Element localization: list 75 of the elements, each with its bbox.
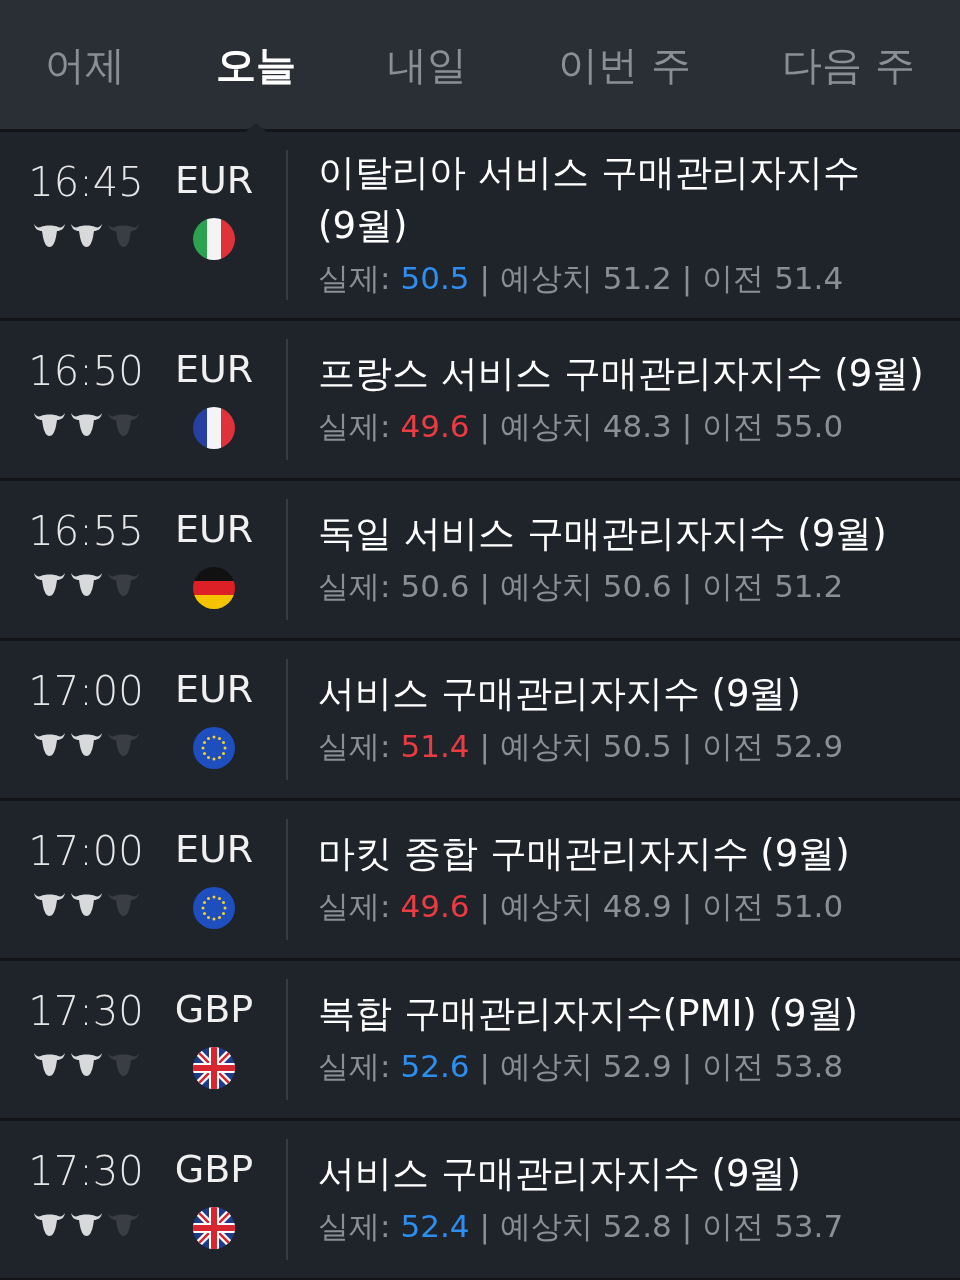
tab[interactable]: 이번 주 bbox=[558, 0, 691, 130]
event-time: 17:30 bbox=[28, 1149, 144, 1193]
separator: | bbox=[681, 1047, 693, 1087]
tab[interactable]: 다음 주 bbox=[781, 0, 915, 130]
separator: | bbox=[681, 407, 693, 447]
event-time: 17:00 bbox=[28, 669, 144, 713]
forecast-value: 예상치 52.8 bbox=[499, 1207, 672, 1246]
previous-value: 이전 55.0 bbox=[702, 407, 844, 446]
actual-label: 실제: bbox=[318, 887, 391, 926]
tab[interactable]: 어제 bbox=[45, 0, 126, 130]
tab[interactable]: 내일 bbox=[387, 0, 468, 130]
event-time: 16:45 bbox=[28, 160, 144, 204]
forecast-value: 예상치 48.3 bbox=[499, 407, 672, 446]
forecast-value: 예상치 48.9 bbox=[499, 887, 672, 926]
flag-icon bbox=[193, 1207, 235, 1249]
event-time: 16:50 bbox=[28, 349, 144, 393]
currency-code: EUR bbox=[174, 347, 254, 391]
currency-code: GBP bbox=[174, 1147, 254, 1191]
event-title: 독일 서비스 구매관리자지수 (9월) bbox=[318, 511, 888, 557]
separator: | bbox=[681, 887, 693, 927]
flag-icon bbox=[193, 407, 235, 449]
event-time: 17:30 bbox=[28, 989, 144, 1033]
currency-code: EUR bbox=[174, 158, 254, 202]
flag-icon bbox=[193, 727, 235, 769]
event-title: 서비스 구매관리자지수 (9월) bbox=[318, 1151, 802, 1197]
event-title: 이탈리아 서비스 구매관리자지수 (9월) bbox=[318, 150, 861, 249]
separator: | bbox=[479, 567, 490, 607]
separator: | bbox=[479, 407, 490, 447]
event-title: 서비스 구매관리자지수 (9월) bbox=[318, 671, 802, 717]
previous-value: 이전 51.4 bbox=[702, 259, 844, 298]
flag-icon bbox=[193, 567, 235, 609]
separator: | bbox=[681, 259, 693, 299]
actual-value: 52.6 bbox=[400, 1047, 470, 1086]
event-title: 마킷 종합 구매관리자지수 (9월) bbox=[318, 831, 851, 877]
actual-value: 51.4 bbox=[400, 727, 470, 766]
actual-label: 실제: bbox=[318, 727, 391, 766]
tab[interactable]: 오늘 bbox=[216, 0, 297, 130]
forecast-value: 예상치 50.6 bbox=[499, 567, 672, 606]
actual-label: 실제: bbox=[318, 1047, 391, 1086]
previous-value: 이전 53.8 bbox=[702, 1047, 844, 1086]
actual-value: 49.6 bbox=[400, 887, 470, 926]
separator: | bbox=[479, 887, 490, 927]
event-title: 프랑스 서비스 구매관리자지수 (9월) bbox=[318, 351, 925, 397]
actual-value: 50.5 bbox=[400, 259, 470, 298]
separator: | bbox=[681, 727, 693, 767]
event-title: 복합 구매관리자지수(PMI) (9월) bbox=[318, 991, 859, 1037]
actual-value: 52.4 bbox=[400, 1207, 470, 1246]
actual-label: 실제: bbox=[318, 1207, 391, 1246]
separator: | bbox=[479, 259, 490, 299]
separator: | bbox=[479, 727, 490, 767]
actual-label: 실제: bbox=[318, 567, 391, 606]
flag-icon bbox=[193, 887, 235, 929]
actual-label: 실제: bbox=[318, 407, 391, 446]
actual-label: 실제: bbox=[318, 259, 391, 298]
previous-value: 이전 51.0 bbox=[702, 887, 844, 926]
currency-code: EUR bbox=[174, 827, 254, 871]
actual-value: 49.6 bbox=[400, 407, 470, 446]
previous-value: 이전 52.9 bbox=[702, 727, 844, 766]
forecast-value: 예상치 50.5 bbox=[499, 727, 672, 766]
currency-code: EUR bbox=[174, 507, 254, 551]
event-time: 17:00 bbox=[28, 829, 144, 873]
previous-value: 이전 53.7 bbox=[702, 1207, 844, 1246]
actual-value: 50.6 bbox=[400, 567, 470, 606]
forecast-value: 예상치 52.9 bbox=[499, 1047, 672, 1086]
currency-code: EUR bbox=[174, 667, 254, 711]
separator: | bbox=[479, 1207, 490, 1247]
currency-code: GBP bbox=[174, 987, 254, 1031]
separator: | bbox=[681, 1207, 693, 1247]
flag-icon bbox=[193, 218, 235, 260]
forecast-value: 예상치 51.2 bbox=[499, 259, 672, 298]
separator: | bbox=[681, 567, 693, 607]
previous-value: 이전 51.2 bbox=[702, 567, 844, 606]
event-time: 16:55 bbox=[28, 509, 144, 553]
flag-icon bbox=[193, 1047, 235, 1089]
separator: | bbox=[479, 1047, 490, 1087]
